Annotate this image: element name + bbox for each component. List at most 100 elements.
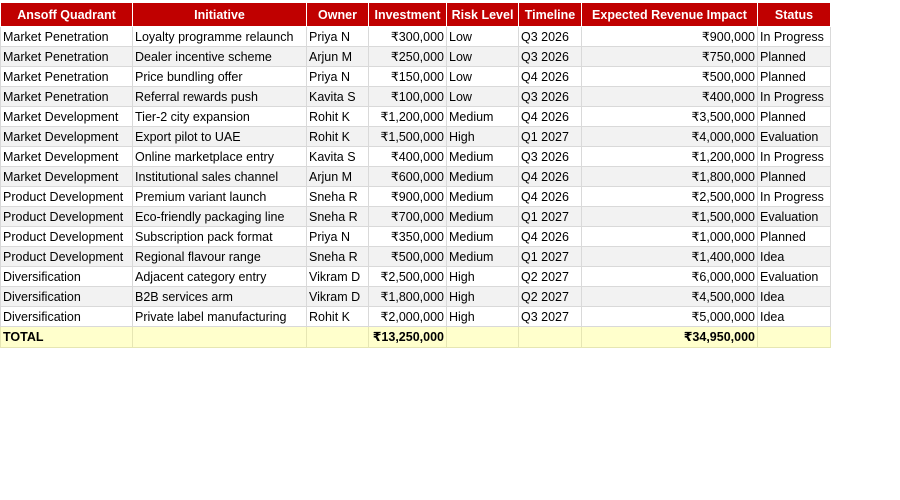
header-timeline[interactable]: Timeline [518, 2, 582, 27]
investment-cell[interactable]: ₹300,000 [368, 26, 447, 47]
owner-cell[interactable]: Arjun M [306, 46, 369, 67]
owner-cell[interactable]: Kavita S [306, 146, 369, 167]
total-status-cell[interactable] [757, 326, 831, 348]
timeline-cell[interactable]: Q4 2026 [518, 66, 582, 87]
status-cell[interactable]: Idea [757, 286, 831, 307]
header-investment[interactable]: Investment [368, 2, 447, 27]
status-cell[interactable]: Evaluation [757, 266, 831, 287]
quadrant-cell[interactable]: Product Development [0, 246, 133, 267]
revenue-impact-cell[interactable]: ₹900,000 [581, 26, 758, 47]
total-investment-cell[interactable]: ₹13,250,000 [368, 326, 447, 348]
status-cell[interactable]: Idea [757, 246, 831, 267]
status-cell[interactable]: In Progress [757, 146, 831, 167]
risk-level-cell[interactable]: Medium [446, 186, 519, 207]
quadrant-cell[interactable]: Product Development [0, 206, 133, 227]
risk-level-cell[interactable]: High [446, 286, 519, 307]
investment-cell[interactable]: ₹400,000 [368, 146, 447, 167]
owner-cell[interactable]: Arjun M [306, 166, 369, 187]
status-cell[interactable]: In Progress [757, 86, 831, 107]
header-risk-level[interactable]: Risk Level [446, 2, 519, 27]
investment-cell[interactable]: ₹600,000 [368, 166, 447, 187]
status-cell[interactable]: In Progress [757, 26, 831, 47]
initiative-cell[interactable]: Institutional sales channel [132, 166, 307, 187]
timeline-cell[interactable]: Q3 2027 [518, 306, 582, 327]
timeline-cell[interactable]: Q1 2027 [518, 206, 582, 227]
investment-cell[interactable]: ₹100,000 [368, 86, 447, 107]
total-revenue-impact-cell[interactable]: ₹34,950,000 [581, 326, 758, 348]
initiative-cell[interactable]: Dealer incentive scheme [132, 46, 307, 67]
initiative-cell[interactable]: Referral rewards push [132, 86, 307, 107]
revenue-impact-cell[interactable]: ₹5,000,000 [581, 306, 758, 327]
investment-cell[interactable]: ₹900,000 [368, 186, 447, 207]
initiative-cell[interactable]: Premium variant launch [132, 186, 307, 207]
risk-level-cell[interactable]: High [446, 266, 519, 287]
risk-level-cell[interactable]: Medium [446, 146, 519, 167]
quadrant-cell[interactable]: Product Development [0, 226, 133, 247]
quadrant-cell[interactable]: Market Penetration [0, 86, 133, 107]
timeline-cell[interactable]: Q2 2027 [518, 286, 582, 307]
timeline-cell[interactable]: Q3 2026 [518, 46, 582, 67]
owner-cell[interactable]: Rohit K [306, 126, 369, 147]
quadrant-cell[interactable]: Product Development [0, 186, 133, 207]
risk-level-cell[interactable]: Medium [446, 206, 519, 227]
total-owner-cell[interactable] [306, 326, 369, 348]
revenue-impact-cell[interactable]: ₹750,000 [581, 46, 758, 67]
investment-cell[interactable]: ₹500,000 [368, 246, 447, 267]
risk-level-cell[interactable]: Low [446, 86, 519, 107]
quadrant-cell[interactable]: Market Development [0, 166, 133, 187]
status-cell[interactable]: Evaluation [757, 126, 831, 147]
status-cell[interactable]: Planned [757, 46, 831, 67]
risk-level-cell[interactable]: Low [446, 66, 519, 87]
initiative-cell[interactable]: B2B services arm [132, 286, 307, 307]
timeline-cell[interactable]: Q3 2026 [518, 86, 582, 107]
header-expected-revenue-impact[interactable]: Expected Revenue Impact [581, 2, 758, 27]
timeline-cell[interactable]: Q1 2027 [518, 246, 582, 267]
quadrant-cell[interactable]: Market Penetration [0, 46, 133, 67]
investment-cell[interactable]: ₹1,800,000 [368, 286, 447, 307]
quadrant-cell[interactable]: Diversification [0, 266, 133, 287]
header-ansoff-quadrant[interactable]: Ansoff Quadrant [0, 2, 133, 27]
revenue-impact-cell[interactable]: ₹3,500,000 [581, 106, 758, 127]
owner-cell[interactable]: Vikram D [306, 266, 369, 287]
risk-level-cell[interactable]: High [446, 306, 519, 327]
investment-cell[interactable]: ₹700,000 [368, 206, 447, 227]
initiative-cell[interactable]: Adjacent category entry [132, 266, 307, 287]
risk-level-cell[interactable]: Low [446, 26, 519, 47]
owner-cell[interactable]: Priya N [306, 26, 369, 47]
status-cell[interactable]: Planned [757, 66, 831, 87]
status-cell[interactable]: Planned [757, 166, 831, 187]
quadrant-cell[interactable]: Market Penetration [0, 66, 133, 87]
initiative-cell[interactable]: Regional flavour range [132, 246, 307, 267]
owner-cell[interactable]: Priya N [306, 66, 369, 87]
total-risk-level-cell[interactable] [446, 326, 519, 348]
revenue-impact-cell[interactable]: ₹4,500,000 [581, 286, 758, 307]
quadrant-cell[interactable]: Market Development [0, 146, 133, 167]
revenue-impact-cell[interactable]: ₹6,000,000 [581, 266, 758, 287]
revenue-impact-cell[interactable]: ₹400,000 [581, 86, 758, 107]
initiative-cell[interactable]: Price bundling offer [132, 66, 307, 87]
investment-cell[interactable]: ₹1,500,000 [368, 126, 447, 147]
initiative-cell[interactable]: Loyalty programme relaunch [132, 26, 307, 47]
revenue-impact-cell[interactable]: ₹1,500,000 [581, 206, 758, 227]
risk-level-cell[interactable]: Low [446, 46, 519, 67]
investment-cell[interactable]: ₹150,000 [368, 66, 447, 87]
revenue-impact-cell[interactable]: ₹1,200,000 [581, 146, 758, 167]
revenue-impact-cell[interactable]: ₹1,800,000 [581, 166, 758, 187]
owner-cell[interactable]: Rohit K [306, 306, 369, 327]
owner-cell[interactable]: Sneha R [306, 186, 369, 207]
owner-cell[interactable]: Sneha R [306, 206, 369, 227]
risk-level-cell[interactable]: Medium [446, 106, 519, 127]
header-status[interactable]: Status [757, 2, 831, 27]
timeline-cell[interactable]: Q3 2026 [518, 146, 582, 167]
investment-cell[interactable]: ₹350,000 [368, 226, 447, 247]
risk-level-cell[interactable]: High [446, 126, 519, 147]
risk-level-cell[interactable]: Medium [446, 246, 519, 267]
investment-cell[interactable]: ₹250,000 [368, 46, 447, 67]
timeline-cell[interactable]: Q1 2027 [518, 126, 582, 147]
header-initiative[interactable]: Initiative [132, 2, 307, 27]
initiative-cell[interactable]: Private label manufacturing [132, 306, 307, 327]
initiative-cell[interactable]: Subscription pack format [132, 226, 307, 247]
total-initiative-cell[interactable] [132, 326, 307, 348]
owner-cell[interactable]: Sneha R [306, 246, 369, 267]
initiative-cell[interactable]: Eco-friendly packaging line [132, 206, 307, 227]
